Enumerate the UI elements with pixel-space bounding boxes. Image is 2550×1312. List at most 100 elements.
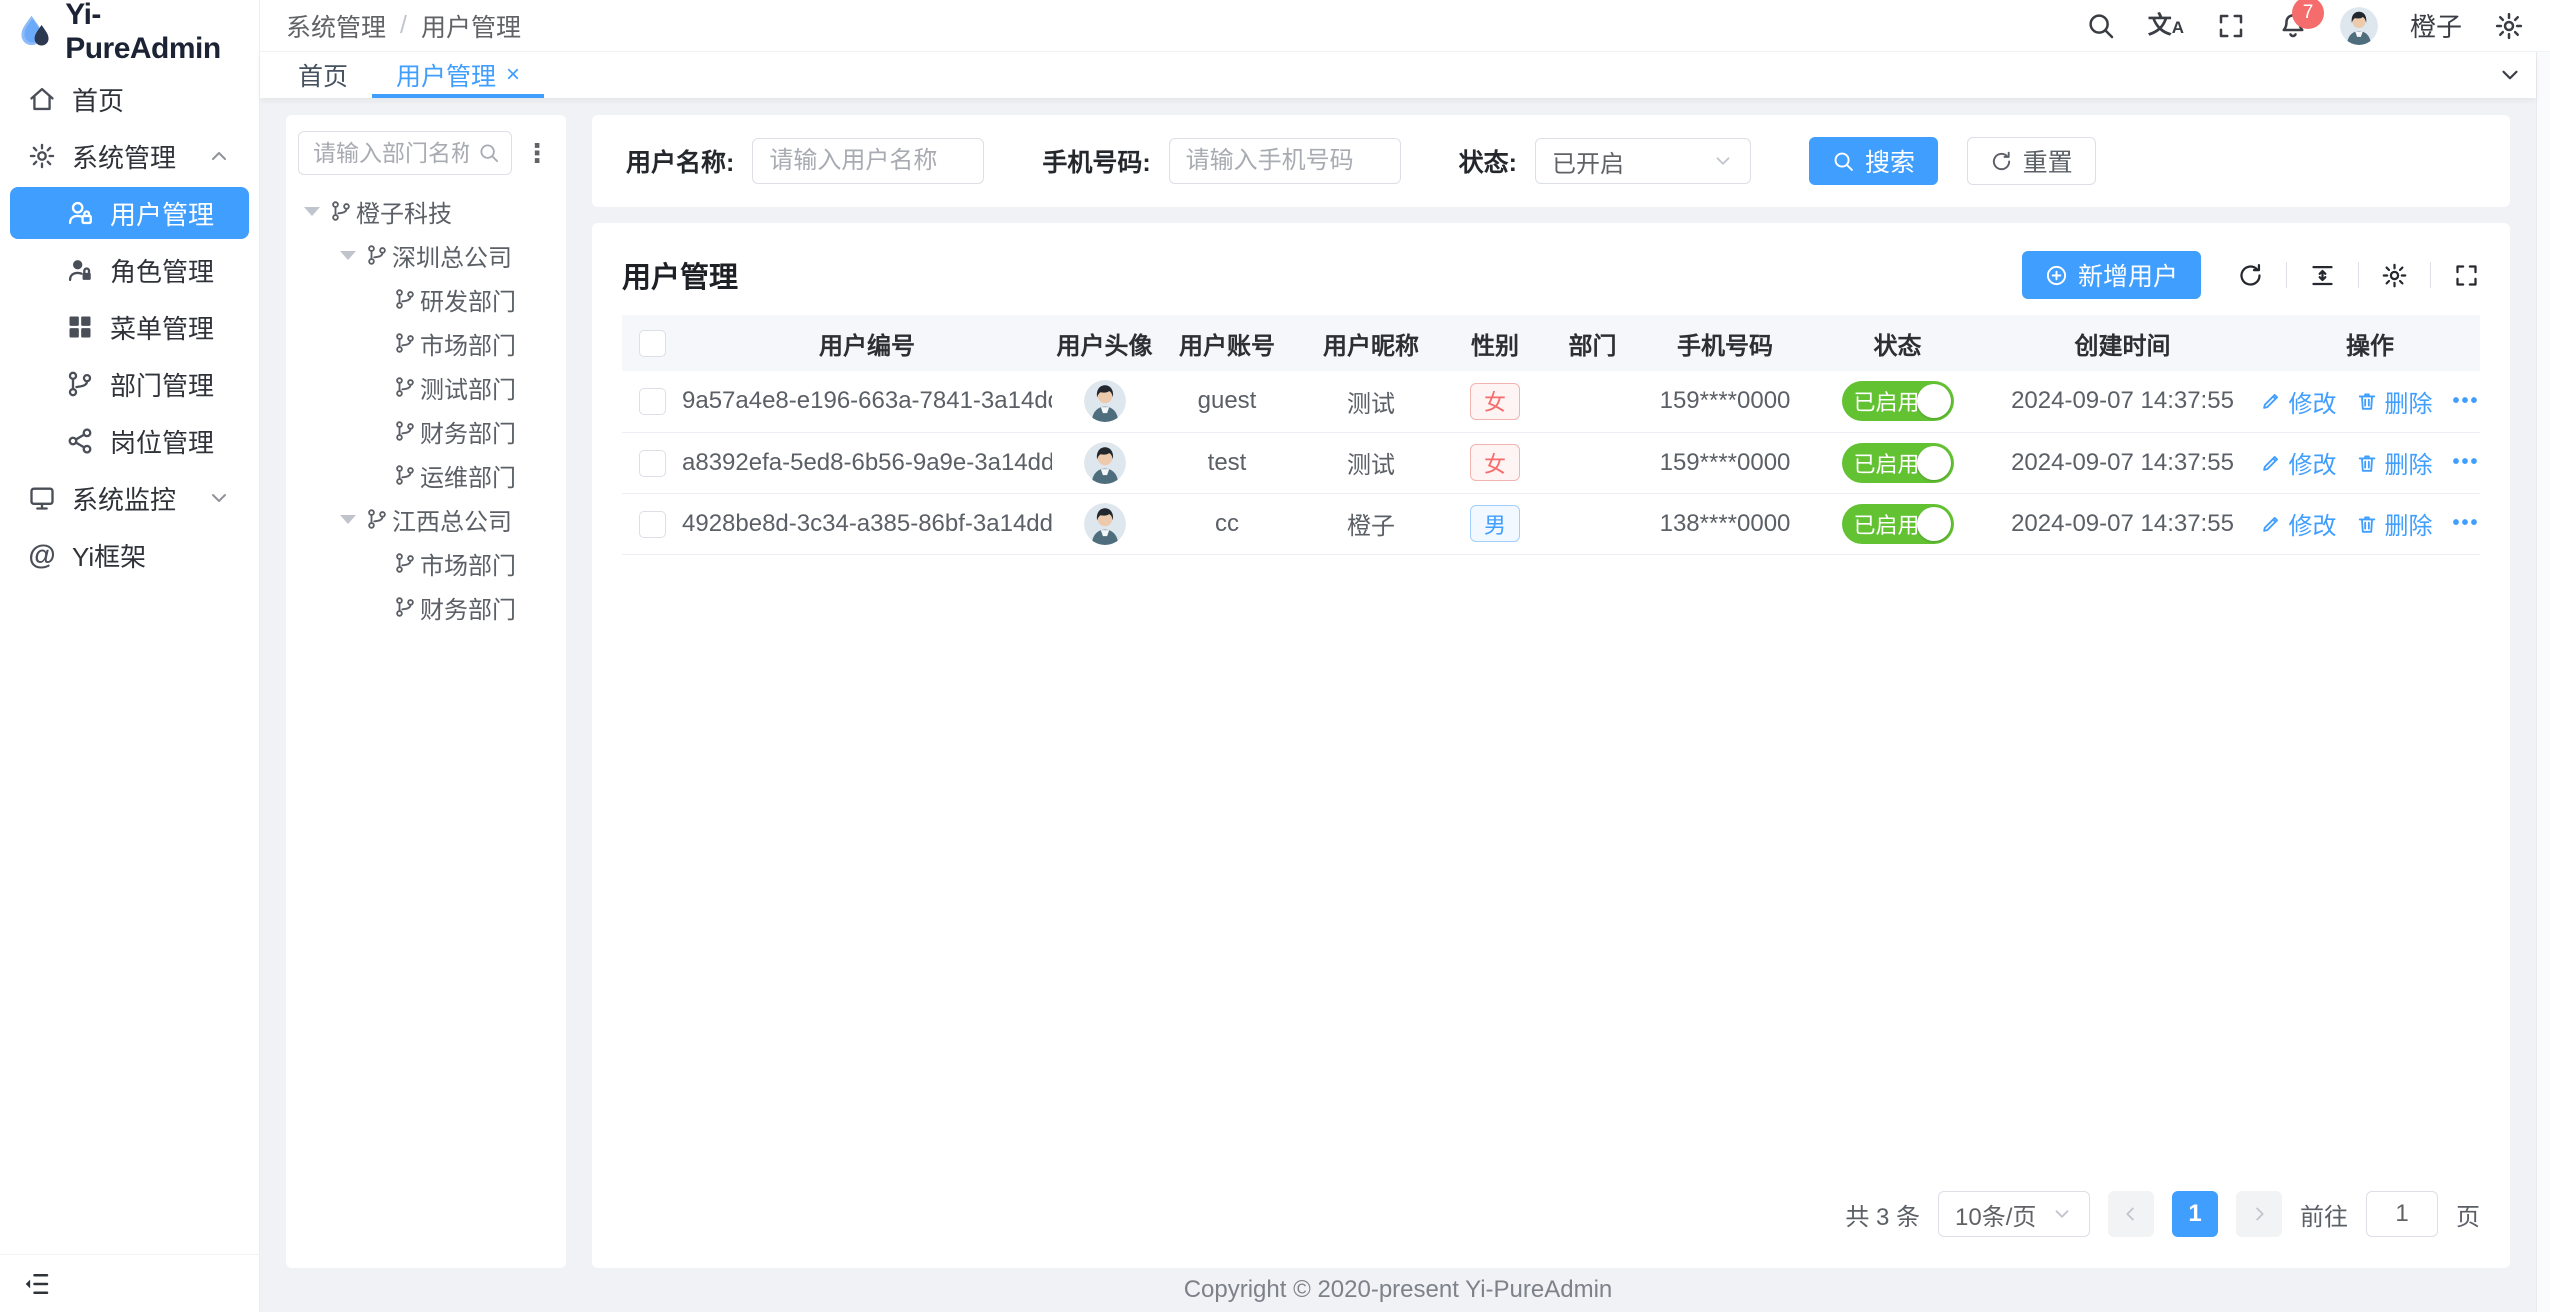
notifications-button[interactable]: 7 <box>2278 11 2308 41</box>
trash-icon <box>2356 452 2378 474</box>
reset-button[interactable]: 重置 <box>1967 137 2096 185</box>
settings-gear-icon[interactable] <box>2494 11 2524 41</box>
app-root: Yi-PureAdmin 首页 系统管理 用户管理 角色管理 菜单 <box>0 0 2550 1312</box>
sidebar-item-label: 部门管理 <box>110 366 214 403</box>
tree-node-label: 市场部门 <box>420 326 516 361</box>
department-tree: 橙子科技 深圳总公司 研发部门 <box>298 189 556 629</box>
sidebar-item-menu-management[interactable]: 菜单管理 <box>10 301 249 353</box>
delete-button[interactable]: 删除 <box>2356 445 2432 480</box>
caret-down-icon[interactable] <box>340 251 356 260</box>
row-checkbox[interactable] <box>639 388 666 415</box>
tab-home[interactable]: 首页 <box>274 52 372 98</box>
tab-menu-button[interactable] <box>2484 52 2536 98</box>
col-created: 创建时间 <box>1985 315 2260 371</box>
next-page-button[interactable] <box>2236 1191 2282 1237</box>
edit-button[interactable]: 修改 <box>2260 384 2336 419</box>
more-actions-button[interactable]: ••• <box>2452 512 2479 535</box>
sidebar-item-yi-framework[interactable]: @ Yi框架 <box>10 529 249 581</box>
table-row: 4928be8d-3c34-a385-86bf-3a14dd60f4c6 cc … <box>622 493 2480 554</box>
add-user-button[interactable]: 新增用户 <box>2022 251 2201 299</box>
more-actions-button[interactable]: ••• <box>2452 451 2479 474</box>
page-number-button[interactable]: 1 <box>2172 1191 2218 1237</box>
fullscreen-icon[interactable] <box>2216 11 2246 41</box>
pencil-icon <box>2260 390 2282 412</box>
tree-node[interactable]: 江西总公司 <box>298 497 556 541</box>
status-select[interactable]: 已开启 <box>1535 138 1751 184</box>
pagination: 共 3 条 10条/页 1 <box>622 1174 2480 1268</box>
breadcrumb-item[interactable]: 用户管理 <box>421 8 521 44</box>
at-icon: @ <box>28 539 56 571</box>
cell-created: 2024-09-07 14:37:55 <box>1985 493 2260 554</box>
goto-label: 前往 <box>2300 1197 2348 1232</box>
avatar[interactable] <box>2340 7 2378 45</box>
logo[interactable]: Yi-PureAdmin <box>0 0 259 64</box>
caret-down-icon[interactable] <box>304 207 320 216</box>
username-filter-input[interactable] <box>752 138 984 184</box>
sidebar-item-user-management[interactable]: 用户管理 <box>10 187 249 239</box>
user-avatar <box>1084 503 1126 545</box>
table-fullscreen-icon[interactable] <box>2453 262 2480 289</box>
translate-icon[interactable]: 文A <box>2148 14 2184 38</box>
more-actions-button[interactable]: ••• <box>2452 390 2479 413</box>
tree-node[interactable]: 财务部门 <box>298 585 556 629</box>
edit-button[interactable]: 修改 <box>2260 506 2336 541</box>
row-density-icon[interactable] <box>2309 262 2336 289</box>
edit-button[interactable]: 修改 <box>2260 445 2336 480</box>
refresh-table-icon[interactable] <box>2237 262 2264 289</box>
sidebar-item-system-monitor[interactable]: 系统监控 <box>10 472 249 524</box>
home-icon <box>28 85 56 113</box>
tab-user-management[interactable]: 用户管理 × <box>372 52 544 98</box>
tree-node[interactable]: 测试部门 <box>298 365 556 409</box>
status-toggle[interactable]: 已启用 <box>1842 504 1954 544</box>
cell-phone: 138****0000 <box>1640 493 1810 554</box>
page-size-select[interactable]: 10条/页 <box>1938 1191 2090 1237</box>
row-checkbox[interactable] <box>639 450 666 477</box>
search-icon[interactable] <box>2086 11 2116 41</box>
col-avatar: 用户头像 <box>1052 315 1157 371</box>
tree-node[interactable]: 研发部门 <box>298 277 556 321</box>
tree-node[interactable]: 市场部门 <box>298 541 556 585</box>
tree-node[interactable]: 市场部门 <box>298 321 556 365</box>
tree-node[interactable]: 深圳总公司 <box>298 233 556 277</box>
sidebar-item-label: 首页 <box>72 81 124 118</box>
search-button[interactable]: 搜索 <box>1809 137 1938 185</box>
chevron-left-icon <box>2120 1203 2142 1225</box>
sidebar-item-post-management[interactable]: 岗位管理 <box>10 415 249 467</box>
tree-node[interactable]: 橙子科技 <box>298 189 556 233</box>
tree-node[interactable]: 财务部门 <box>298 409 556 453</box>
delete-button[interactable]: 删除 <box>2356 506 2432 541</box>
caret-down-icon[interactable] <box>340 515 356 524</box>
app-title: Yi-PureAdmin <box>65 0 243 66</box>
status-toggle[interactable]: 已启用 <box>1842 443 1954 483</box>
username[interactable]: 橙子 <box>2410 7 2462 44</box>
cell-user-id: 9a57a4e8-e196-663a-7841-3a14dd60f4ca <box>682 371 1052 432</box>
sidebar-item-dept-management[interactable]: 部门管理 <box>10 358 249 410</box>
phone-filter-input[interactable] <box>1169 138 1401 184</box>
column-settings-gear-icon[interactable] <box>2381 262 2408 289</box>
cell-account: guest <box>1157 371 1297 432</box>
scrollbar[interactable] <box>2536 52 2550 1312</box>
gender-tag: 女 <box>1470 383 1520 420</box>
tree-node-label: 江西总公司 <box>392 502 512 537</box>
sidebar-item-system-management[interactable]: 系统管理 <box>10 130 249 182</box>
sidebar-item-home[interactable]: 首页 <box>10 73 249 125</box>
sidebar-item-label: 角色管理 <box>110 252 214 289</box>
tree-more-menu-icon[interactable]: ⋮ <box>520 146 554 160</box>
sidebar-menu: 首页 系统管理 用户管理 角色管理 菜单管理 部门管理 <box>0 64 259 1254</box>
topbar: 系统管理 / 用户管理 文A 7 橙子 <box>260 0 2550 52</box>
collapse-sidebar-icon[interactable] <box>22 1269 52 1299</box>
goto-page-input[interactable] <box>2366 1191 2438 1237</box>
sidebar-item-role-management[interactable]: 角色管理 <box>10 244 249 296</box>
tree-node-label: 财务部门 <box>420 590 516 625</box>
delete-button[interactable]: 删除 <box>2356 384 2432 419</box>
row-checkbox[interactable] <box>639 511 666 538</box>
breadcrumb-item[interactable]: 系统管理 <box>286 8 386 44</box>
table-header-row: 用户编号 用户头像 用户账号 用户昵称 性别 部门 手机号码 状态 <box>622 315 2480 371</box>
status-toggle[interactable]: 已启用 <box>1842 381 1954 421</box>
tree-node[interactable]: 运维部门 <box>298 453 556 497</box>
prev-page-button[interactable] <box>2108 1191 2154 1237</box>
select-all-checkbox[interactable] <box>639 330 666 357</box>
sidebar-item-label: Yi框架 <box>72 537 146 574</box>
close-tab-icon[interactable]: × <box>506 61 520 89</box>
chevron-down-icon <box>1712 150 1734 172</box>
